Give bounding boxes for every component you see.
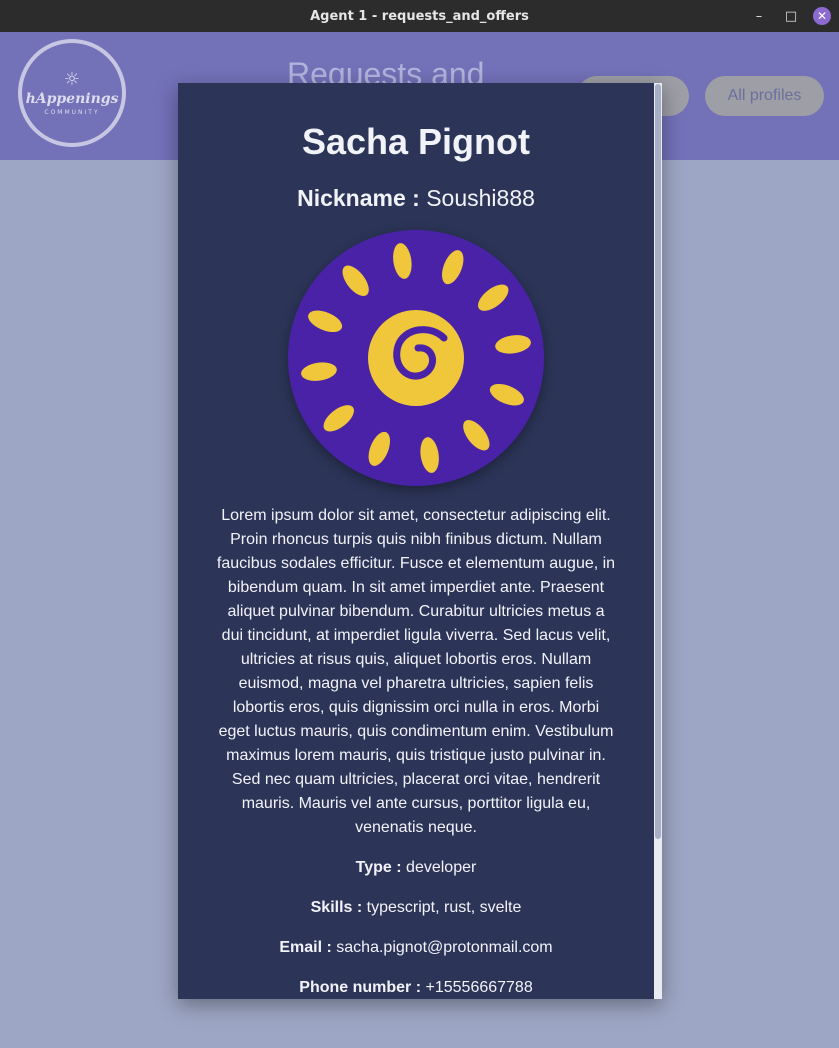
profile-bio: Lorem ipsum dolor sit amet, consectetur …: [216, 507, 616, 836]
type-label: Type :: [355, 859, 402, 876]
avatar-circle: [288, 230, 544, 486]
phone-label: Phone number :: [299, 979, 422, 996]
logo-sub: COMMUNITY: [44, 108, 100, 116]
profile-modal: Sacha Pignot Nickname : Soushi888 Lorem …: [178, 83, 662, 999]
close-icon[interactable]: ✕: [813, 7, 831, 25]
type-value: developer: [406, 859, 477, 876]
window-title: Agent 1 - requests_and_offers: [310, 8, 529, 24]
nickname-value: Soushi888: [426, 185, 535, 211]
sun-logo-icon: [301, 243, 531, 473]
modal-scrollbar[interactable]: [654, 83, 662, 999]
logo-brand: hAppenings: [25, 90, 119, 107]
minimize-icon[interactable]: –: [749, 6, 769, 26]
profile-email: Email : sacha.pignot@protonmail.com: [178, 936, 654, 960]
email-label: Email :: [279, 939, 332, 956]
avatar: [288, 230, 544, 486]
happenings-logo[interactable]: ☼ hAppenings COMMUNITY: [18, 39, 126, 147]
phone-value: +15556667788: [425, 979, 533, 996]
skills-label: Skills :: [310, 899, 363, 916]
profile-skills: Skills : typescript, rust, svelte: [178, 896, 654, 920]
profile-phone: Phone number : +15556667788: [178, 976, 654, 999]
skills-value: typescript, rust, svelte: [366, 899, 522, 916]
profile-type: Type : developer: [178, 856, 654, 880]
profile-content: Sacha Pignot Nickname : Soushi888 Lorem …: [178, 83, 654, 999]
scrollbar-thumb[interactable]: [655, 84, 661, 839]
profile-nickname: Nickname : Soushi888: [178, 185, 654, 212]
email-value: sacha.pignot@protonmail.com: [336, 939, 553, 956]
nickname-label: Nickname :: [297, 185, 420, 211]
maximize-icon[interactable]: □: [781, 6, 801, 26]
profile-name: Sacha Pignot: [301, 121, 531, 162]
sun-icon: ☼: [63, 68, 81, 90]
window-titlebar: Agent 1 - requests_and_offers – □ ✕: [0, 0, 839, 32]
nav-button-all-profiles[interactable]: All profiles: [705, 76, 824, 116]
